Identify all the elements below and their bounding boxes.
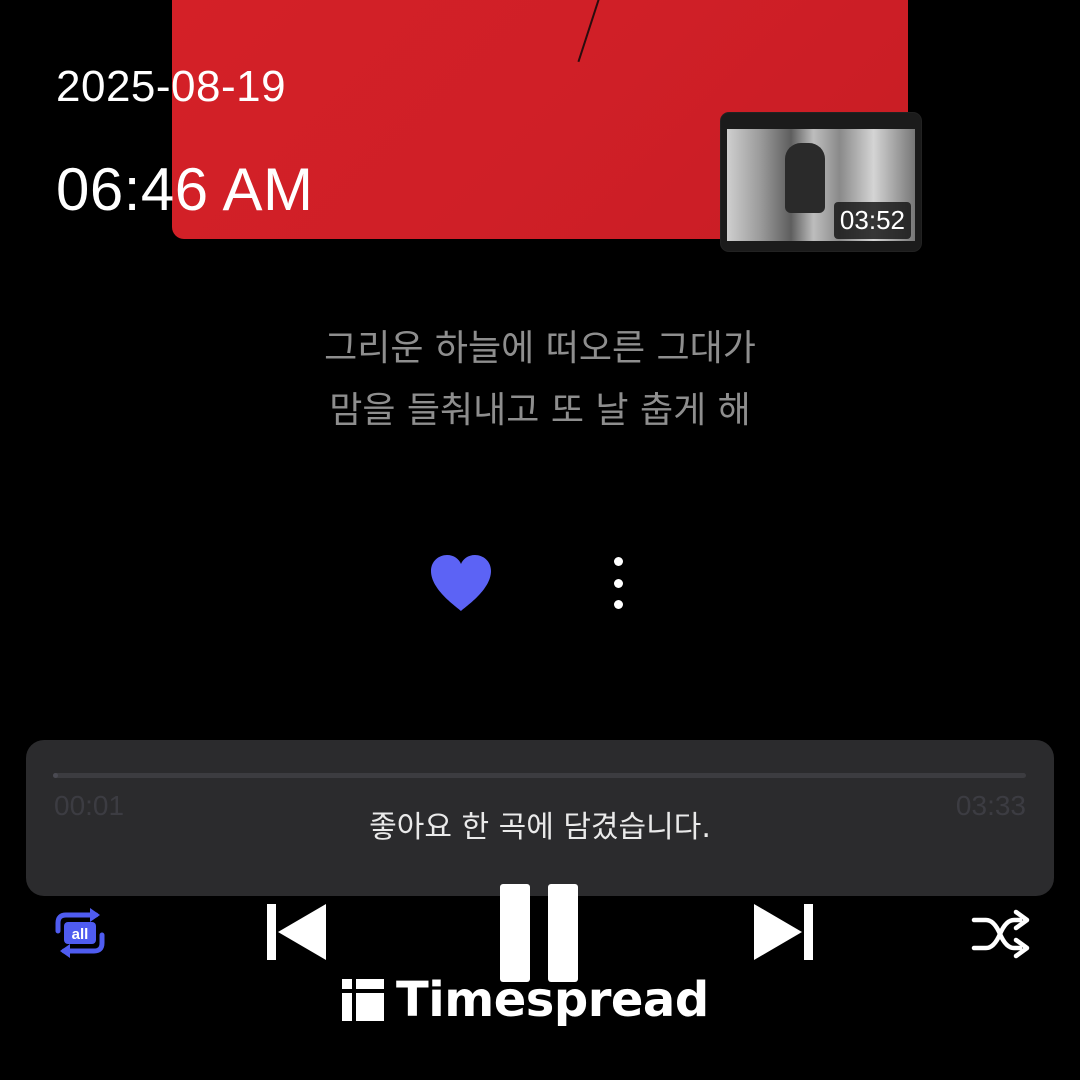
timespread-logo-icon <box>342 979 384 1021</box>
toast-message: 좋아요 한 곡에 담겼습니다. <box>369 810 711 845</box>
repeat-badge: all <box>72 926 89 943</box>
video-thumbnail-figure <box>785 143 825 213</box>
repeat-button[interactable]: all <box>50 905 110 961</box>
lyrics-line: 그리운 하늘에 떠오른 그대가 <box>324 328 756 369</box>
progress-bar[interactable] <box>53 773 1026 778</box>
music-video-thumbnail[interactable]: 03:52 <box>721 113 921 251</box>
watermark-text: Timespread <box>396 972 709 1028</box>
skip-next-icon <box>754 904 813 960</box>
more-options-button[interactable] <box>598 553 638 613</box>
more-vertical-icon <box>613 557 623 566</box>
like-button[interactable] <box>426 550 496 616</box>
progress-panel: 00:01 03:33 좋아요 한 곡에 담겼습니다. <box>26 740 1054 896</box>
album-art-crack <box>577 0 606 63</box>
pause-icon <box>500 884 578 982</box>
lyrics[interactable]: 그리운 하늘에 떠오른 그대가 맘을 들춰내고 또 날 춥게 해 <box>0 318 1080 442</box>
skip-previous-icon <box>267 904 326 960</box>
shuffle-icon <box>971 909 1030 959</box>
previous-button[interactable] <box>264 900 330 964</box>
timestamp-date: 2025-08-19 <box>56 62 287 111</box>
lyrics-line: 맘을 들춰내고 또 날 춥게 해 <box>329 390 751 431</box>
repeat-all-icon: all <box>55 908 105 958</box>
timestamp-time: 06:46 AM <box>56 156 314 223</box>
next-button[interactable] <box>750 900 816 964</box>
progress-fill <box>53 773 58 778</box>
video-duration: 03:52 <box>833 202 911 239</box>
pause-button[interactable] <box>496 882 586 984</box>
shuffle-button[interactable] <box>970 908 1030 960</box>
heart-icon <box>431 555 491 611</box>
watermark: Timespread <box>340 970 709 1030</box>
